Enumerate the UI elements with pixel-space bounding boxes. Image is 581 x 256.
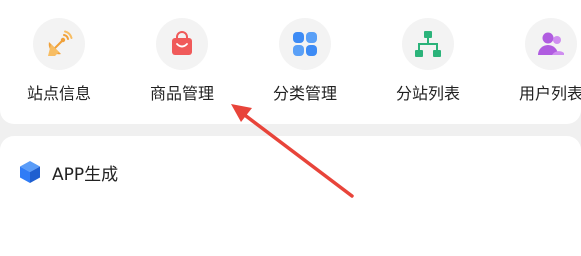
sitemap-icon xyxy=(415,31,441,57)
menu-item-substation-list[interactable]: 分站列表 xyxy=(373,0,483,124)
category-grid-icon xyxy=(293,32,317,56)
menu-item-label: 分类管理 xyxy=(272,84,337,103)
satellite-dish-icon xyxy=(48,30,73,56)
menu-item-label: 分站列表 xyxy=(395,84,460,103)
menu-item-label: 站点信息 xyxy=(26,84,91,103)
user-list-icon-circle xyxy=(525,18,577,70)
menu-item-label: 商品管理 xyxy=(149,84,214,103)
users-icon xyxy=(538,32,564,55)
shopping-bag-icon xyxy=(172,31,192,55)
site-info-icon-circle xyxy=(33,18,85,70)
app-generation-title: APP生成 xyxy=(52,165,119,185)
menu-item-product-management[interactable]: 商品管理 xyxy=(127,0,237,124)
category-management-icon-circle xyxy=(279,18,331,70)
substation-list-icon-circle xyxy=(402,18,454,70)
menu-item-label: 用户列表 xyxy=(518,84,581,103)
menu-item-user-list[interactable]: 用户列表 xyxy=(496,0,581,124)
cube-icon xyxy=(20,161,40,183)
app-generation-card[interactable]: APP生成 xyxy=(0,136,581,256)
product-management-icon-circle xyxy=(156,18,208,70)
quick-menu-card: 站点信息 商品管理 分类管理 分站列表 用户列表 xyxy=(0,0,581,124)
menu-item-site-info[interactable]: 站点信息 xyxy=(4,0,114,124)
menu-item-category-management[interactable]: 分类管理 xyxy=(250,0,360,124)
